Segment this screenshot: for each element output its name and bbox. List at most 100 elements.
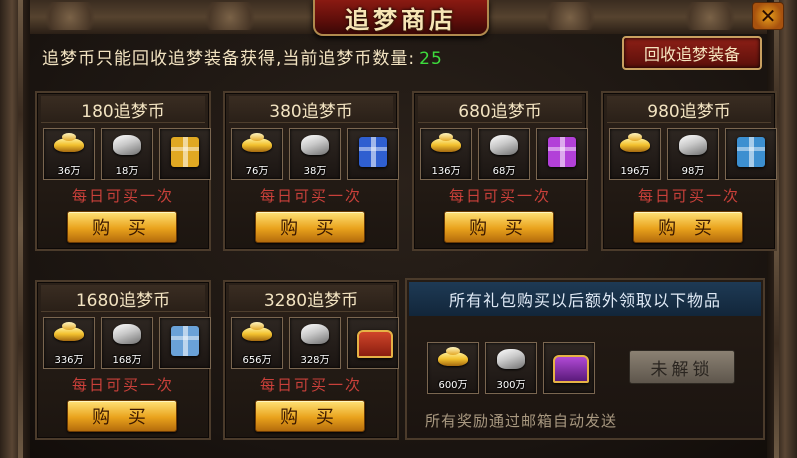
pack-price: 180追梦币 (41, 96, 205, 123)
item-slot[interactable]: 136万 (420, 128, 472, 180)
pack-items: 136万 68万 (420, 128, 588, 180)
gold-ingot-icon (54, 322, 84, 341)
skull-ornament-icon (40, 2, 100, 30)
left-border (0, 0, 30, 458)
skull-ornament-icon (540, 2, 600, 30)
buy-button[interactable]: 购 买 (444, 211, 554, 243)
item-qty: 196万 (620, 166, 650, 177)
item-qty: 168万 (112, 355, 142, 366)
purple-chest-icon (553, 355, 589, 383)
item-slot[interactable]: 68万 (478, 128, 530, 180)
gift-pack-card: 380追梦币 76万 38万每日可买一次购 买 (223, 91, 399, 251)
gold-ingot-icon (242, 133, 272, 152)
gold-ingot-icon (242, 322, 272, 341)
gift-pack-card: 3280追梦币 656万 328万每日可买一次购 买 (223, 280, 399, 440)
item-qty: 300万 (496, 380, 526, 391)
item-slot[interactable] (347, 128, 399, 180)
gold-ingot-icon (431, 133, 461, 152)
item-slot[interactable]: 18万 (101, 128, 153, 180)
bonus-item-slot[interactable]: 300万 (485, 342, 537, 394)
buy-button[interactable]: 购 买 (67, 211, 177, 243)
item-qty: 76万 (245, 166, 269, 177)
silver-ingot-icon (113, 135, 141, 155)
pack-items: 656万 328万 (231, 317, 399, 369)
daily-limit-text: 每日可买一次 (259, 376, 362, 394)
silver-ingot-icon (490, 135, 518, 155)
pack-price: 1680追梦币 (41, 285, 205, 312)
close-button[interactable]: ✕ (752, 2, 784, 30)
gift-pack-card: 980追梦币 196万 98万每日可买一次购 买 (601, 91, 777, 251)
item-slot[interactable] (159, 317, 211, 369)
buy-button[interactable]: 购 买 (633, 211, 743, 243)
coin-count: 25 (419, 49, 443, 69)
gift-box-gold-icon (171, 137, 199, 167)
item-slot[interactable]: 98万 (667, 128, 719, 180)
item-slot[interactable] (159, 128, 211, 180)
shop-window: 追梦商店 ✕ 追梦币只能回收追梦装备获得,当前追梦币数量: 25 回收追梦装备 1… (0, 0, 797, 458)
buy-button[interactable]: 购 买 (255, 400, 365, 432)
pack-items: 36万 18万 (43, 128, 211, 180)
buy-button[interactable]: 购 买 (255, 211, 365, 243)
daily-limit-text: 每日可买一次 (71, 187, 174, 205)
pack-price: 3280追梦币 (229, 285, 393, 312)
recycle-equipment-button[interactable]: 回收追梦装备 (622, 36, 762, 70)
silver-ingot-icon (301, 135, 329, 155)
pack-items: 336万 168万 (43, 317, 211, 369)
daily-limit-text: 每日可买一次 (637, 187, 740, 205)
daily-limit-text: 每日可买一次 (448, 187, 551, 205)
daily-limit-text: 每日可买一次 (71, 376, 174, 394)
item-qty: 136万 (431, 166, 461, 177)
gold-ingot-icon (620, 133, 650, 152)
bonus-item-slot[interactable]: 600万 (427, 342, 479, 394)
item-qty: 36万 (57, 166, 81, 177)
item-qty: 656万 (242, 355, 272, 366)
treasure-chest-icon (357, 330, 393, 358)
item-slot[interactable]: 336万 (43, 317, 95, 369)
gold-ingot-icon (54, 133, 84, 152)
item-slot[interactable] (536, 128, 588, 180)
gift-box-teal-icon (737, 137, 765, 167)
pack-price: 980追梦币 (607, 96, 771, 123)
gift-box-purple-icon (548, 137, 576, 167)
gold-ingot-icon (438, 347, 468, 366)
pack-items: 76万 38万 (231, 128, 399, 180)
item-slot[interactable]: 656万 (231, 317, 283, 369)
title-plate: 追梦商店 (313, 0, 489, 36)
item-slot[interactable]: 76万 (231, 128, 283, 180)
gift-box-blue-icon (359, 137, 387, 167)
skull-ornament-icon (680, 2, 740, 30)
gift-pack-card: 180追梦币 36万 18万每日可买一次购 买 (35, 91, 211, 251)
item-slot[interactable]: 36万 (43, 128, 95, 180)
coin-info: 追梦币只能回收追梦装备获得,当前追梦币数量: 25 (42, 44, 443, 69)
pack-price: 680追梦币 (418, 96, 582, 123)
item-slot[interactable] (347, 317, 399, 369)
locked-button: 未解锁 (629, 350, 735, 384)
item-qty: 18万 (115, 166, 139, 177)
gift-box-lightblue-icon (171, 326, 199, 356)
item-slot[interactable]: 328万 (289, 317, 341, 369)
item-slot[interactable]: 168万 (101, 317, 153, 369)
buy-button[interactable]: 购 买 (67, 400, 177, 432)
silver-ingot-icon (679, 135, 707, 155)
item-qty: 98万 (681, 166, 705, 177)
bonus-note: 所有奖励通过邮箱自动发送 (425, 412, 618, 430)
silver-ingot-icon (497, 349, 525, 369)
bonus-slots: 600万 300万 (427, 342, 595, 394)
item-slot[interactable]: 38万 (289, 128, 341, 180)
daily-limit-text: 每日可买一次 (259, 187, 362, 205)
bonus-panel: 所有礼包购买以后额外领取以下物品 600万 300万 未解锁 所有奖励通过邮箱自动… (405, 278, 765, 440)
skull-ornament-icon (200, 2, 260, 30)
item-qty: 68万 (492, 166, 516, 177)
gift-pack-card: 1680追梦币 336万 168万每日可买一次购 买 (35, 280, 211, 440)
window-title: 追梦商店 (345, 4, 457, 34)
item-qty: 600万 (438, 380, 468, 391)
item-qty: 38万 (303, 166, 327, 177)
bonus-item-slot[interactable] (543, 342, 595, 394)
bonus-header: 所有礼包购买以后额外领取以下物品 (409, 282, 761, 316)
gift-pack-card: 680追梦币 136万 68万每日可买一次购 买 (412, 91, 588, 251)
item-slot[interactable]: 196万 (609, 128, 661, 180)
pack-price: 380追梦币 (229, 96, 393, 123)
item-qty: 328万 (300, 355, 330, 366)
silver-ingot-icon (113, 324, 141, 344)
item-slot[interactable] (725, 128, 777, 180)
